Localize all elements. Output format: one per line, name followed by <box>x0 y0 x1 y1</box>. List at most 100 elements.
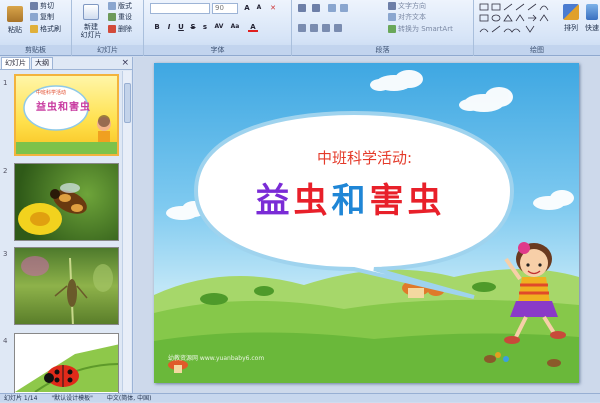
slide-thumbnail-1[interactable]: 中班科学活动 益虫和害虫 <box>14 74 119 156</box>
font-color-button[interactable]: A <box>248 22 258 32</box>
grow-font-button[interactable]: A <box>242 3 252 13</box>
delete-icon <box>108 25 116 33</box>
slide-number: 4 <box>3 337 8 345</box>
paste-button[interactable]: 粘贴 <box>4 6 26 35</box>
tab-slides[interactable]: 幻灯片 <box>1 57 30 69</box>
copy-label: 复制 <box>40 13 54 21</box>
font-group: 90 A A ✕ B I U S s AV Aa A 字体 <box>144 0 292 56</box>
paste-label: 粘贴 <box>8 26 22 34</box>
quick-styles-button[interactable]: 快速 <box>584 4 600 33</box>
thumb-title: 益虫和害虫 <box>36 102 91 113</box>
smartart-label: 转换为 SmartArt <box>398 25 453 33</box>
justify-icon[interactable] <box>334 24 342 32</box>
clear-format-button[interactable]: ✕ <box>268 3 278 13</box>
layout-button[interactable]: 版式 <box>108 1 132 11</box>
slide-number: 3 <box>3 250 8 258</box>
reset-icon <box>108 13 116 21</box>
slides-group: 新建 幻灯片 版式 重设 删除 幻灯片 <box>72 0 144 56</box>
indent-less-icon[interactable] <box>328 4 336 12</box>
bold-button[interactable]: B <box>152 22 162 32</box>
cut-button[interactable]: 剪切 <box>30 1 54 11</box>
clipboard-group: 粘贴 剪切 复制 格式刷 剪贴板 <box>0 0 72 56</box>
paste-icon <box>7 6 23 22</box>
theme-name: "默认设计模板" <box>51 395 93 402</box>
slide-subtitle[interactable]: 中班科学活动: <box>154 147 577 168</box>
drawing-group-label: 绘图 <box>474 45 600 55</box>
slide-background-art <box>154 70 579 383</box>
arrange-label: 排列 <box>564 24 578 32</box>
align-text-label: 对齐文本 <box>398 13 426 21</box>
quick-styles-label: 快速 <box>585 24 599 32</box>
italic-button[interactable]: I <box>164 22 174 32</box>
layout-label: 版式 <box>118 2 132 10</box>
slide-number: 2 <box>3 167 8 175</box>
underline-button[interactable]: U <box>176 22 186 32</box>
panel-scrollbar-thumb[interactable] <box>124 83 131 123</box>
slide-thumbnail-3[interactable] <box>14 247 119 325</box>
panel-tabs: 幻灯片 大纲 × <box>0 57 132 70</box>
reset-label: 重设 <box>118 13 132 21</box>
text-direction-label: 文字方向 <box>398 2 426 10</box>
case-button[interactable]: Aa <box>230 22 240 32</box>
arrange-icon <box>563 4 579 20</box>
text-direction-icon <box>388 2 396 10</box>
numbering-icon[interactable] <box>312 4 320 12</box>
slide-thumbnail-1-art <box>16 85 117 154</box>
text-direction-button[interactable]: 文字方向 <box>388 1 426 11</box>
paragraph-group: 文字方向 对齐文本 转换为 SmartArt 段落 <box>292 0 474 56</box>
slide-watermark: 幼教资源网 www.yuanbaby6.com <box>168 355 265 362</box>
delete-slide-button[interactable]: 删除 <box>108 24 132 34</box>
scissors-icon <box>30 2 38 10</box>
smartart-icon <box>388 25 396 33</box>
language-indicator: 中文(简体, 中国) <box>106 395 152 402</box>
align-text-button[interactable]: 对齐文本 <box>388 12 426 22</box>
slide-title[interactable]: 益虫和害虫 <box>154 173 561 222</box>
reset-button[interactable]: 重设 <box>108 12 132 22</box>
ladybug-image <box>15 344 118 393</box>
align-left-icon[interactable] <box>298 24 306 32</box>
bullets-icon[interactable] <box>298 4 306 12</box>
smartart-button[interactable]: 转换为 SmartArt <box>388 24 453 34</box>
title-char: 害 <box>369 181 404 221</box>
panel-scrollbar[interactable] <box>122 71 131 391</box>
spacing-button[interactable]: AV <box>214 22 224 32</box>
new-slide-label: 新建 幻灯片 <box>80 23 102 39</box>
slides-panel: 幻灯片 大纲 × 1 中班科学活动 益虫和害虫 2 3 4 <box>0 57 133 393</box>
font-size-box[interactable]: 90 <box>212 3 238 14</box>
font-group-label: 字体 <box>144 45 291 55</box>
copy-button[interactable]: 复制 <box>30 12 54 22</box>
font-name-box[interactable] <box>150 3 210 14</box>
clipboard-group-label: 剪贴板 <box>0 45 71 55</box>
format-painter-button[interactable]: 格式刷 <box>30 24 61 34</box>
insect-image <box>21 256 113 324</box>
title-char: 虫 <box>293 181 328 221</box>
thumb-subtitle: 中班科学活动 <box>36 90 67 96</box>
slides-group-label: 幻灯片 <box>72 45 143 55</box>
title-char: 虫 <box>407 181 442 221</box>
new-slide-button[interactable]: 新建 幻灯片 <box>78 4 104 39</box>
quick-styles-icon <box>586 4 598 20</box>
bee-image <box>18 183 87 235</box>
slide-thumbnail-4[interactable] <box>14 333 119 393</box>
shapes-gallery[interactable] <box>478 2 556 34</box>
close-icon[interactable]: × <box>121 58 129 68</box>
align-center-icon[interactable] <box>310 24 318 32</box>
shrink-font-button[interactable]: A <box>254 3 264 13</box>
format-painter-label: 格式刷 <box>40 25 61 33</box>
delete-label: 删除 <box>118 25 132 33</box>
cut-label: 剪切 <box>40 2 54 10</box>
strike-button[interactable]: S <box>188 22 198 32</box>
current-slide[interactable]: 中班科学活动: 益虫和害虫 幼教资源网 www.yuanbaby6.com <box>154 63 579 383</box>
indent-more-icon[interactable] <box>340 4 348 12</box>
tab-outline[interactable]: 大纲 <box>31 57 53 69</box>
copy-icon <box>30 13 38 21</box>
align-right-icon[interactable] <box>322 24 330 32</box>
shadow-button[interactable]: s <box>200 22 210 32</box>
slide-number: 1 <box>3 79 8 87</box>
arrange-button[interactable]: 排列 <box>562 4 580 33</box>
slide-thumbnail-2[interactable] <box>14 163 119 241</box>
title-char: 益 <box>255 181 290 221</box>
slide-editor: 中班科学活动: 益虫和害虫 幼教资源网 www.yuanbaby6.com <box>134 57 600 393</box>
ribbon: 粘贴 剪切 复制 格式刷 剪贴板 新建 幻灯片 版式 重设 删除 幻灯片 90 … <box>0 0 600 56</box>
new-slide-icon <box>83 4 99 20</box>
